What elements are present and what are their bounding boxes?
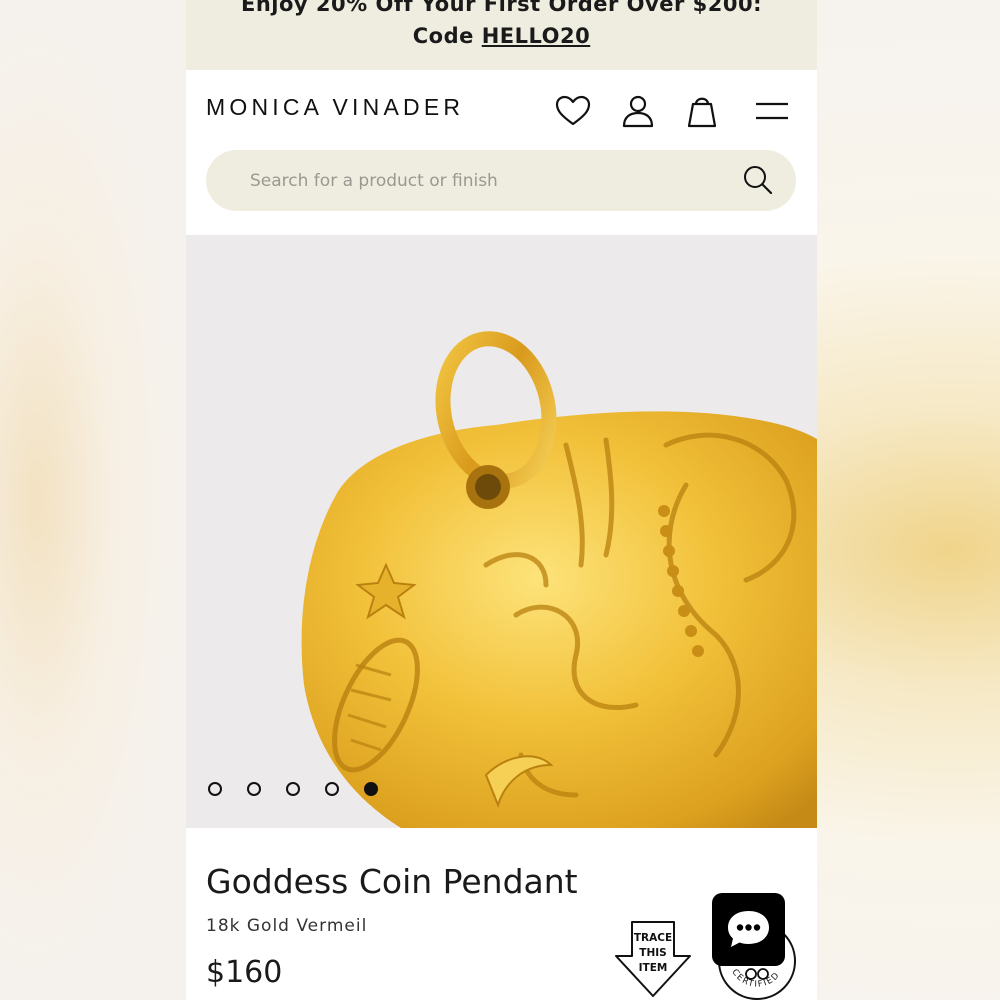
- product-finish: 18k Gold Vermeil: [206, 916, 368, 936]
- trace-line-1: TRACE: [634, 932, 672, 944]
- site-header: MONICA VINADER: [186, 70, 817, 150]
- menu-icon[interactable]: [754, 92, 790, 130]
- gallery-dot[interactable]: [286, 782, 300, 796]
- chat-icon: [728, 911, 769, 947]
- trace-this-item-badge[interactable]: TRACE THIS ITEM: [612, 920, 694, 998]
- gallery-dot[interactable]: [208, 782, 222, 796]
- phone-screen: Enjoy 20% Off Your First Order Over $200…: [186, 0, 817, 1000]
- product-title: Goddess Coin Pendant: [206, 862, 578, 901]
- trace-line-3: ITEM: [639, 962, 668, 974]
- search-bar: [206, 150, 796, 211]
- gallery-dot[interactable]: [325, 782, 339, 796]
- promo-code-prefix: Code: [412, 24, 482, 48]
- promo-banner[interactable]: Enjoy 20% Off Your First Order Over $200…: [186, 0, 817, 70]
- heart-icon[interactable]: [554, 92, 592, 130]
- search-input[interactable]: [248, 166, 712, 196]
- bag-icon[interactable]: [683, 92, 721, 130]
- promo-code-line: Code HELLO20: [186, 16, 817, 56]
- chat-button[interactable]: [712, 893, 785, 966]
- product-image-gallery[interactable]: [186, 235, 817, 828]
- gallery-dot[interactable]: [247, 782, 261, 796]
- product-price: $160: [206, 955, 283, 990]
- search-icon[interactable]: [742, 164, 774, 196]
- account-icon[interactable]: [619, 92, 657, 130]
- trace-line-2: THIS: [639, 947, 666, 959]
- gallery-dot-active[interactable]: [364, 782, 378, 796]
- promo-code-link[interactable]: HELLO20: [482, 24, 591, 48]
- brand-logo[interactable]: MONICA VINADER: [206, 94, 464, 121]
- background-left: [0, 0, 186, 1000]
- product-image: [301, 331, 817, 828]
